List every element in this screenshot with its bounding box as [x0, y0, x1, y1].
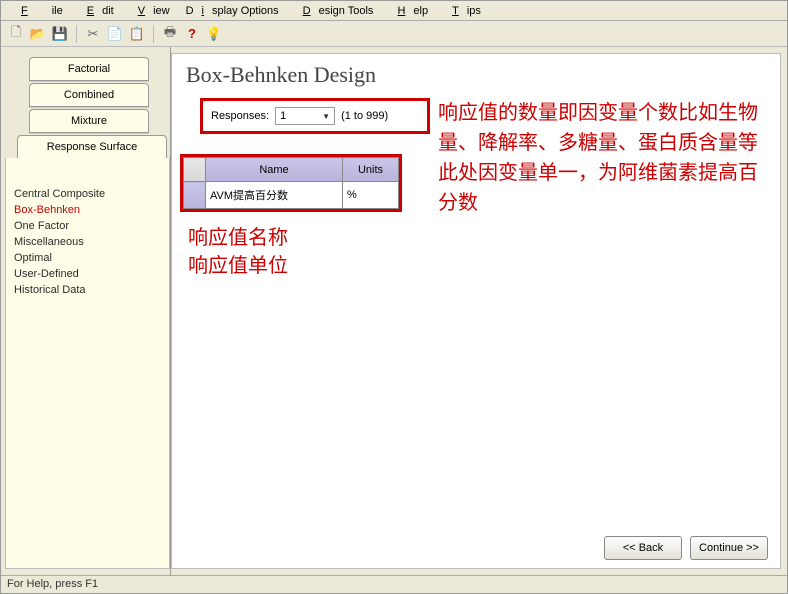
page-title: Box-Behnken Design [186, 62, 376, 88]
annotation-left-2: 响应值单位 [188, 252, 288, 280]
annotation-left-1: 响应值名称 [188, 224, 288, 252]
cut-icon[interactable]: ✂ [84, 25, 102, 43]
tab-response-surface[interactable]: Response Surface [17, 135, 167, 159]
main-area: Factorial Combined Mixture Response Surf… [1, 47, 787, 575]
tab-factorial[interactable]: Factorial [29, 57, 149, 81]
back-button[interactable]: << Back [604, 536, 682, 560]
cell-name[interactable]: AVM提高百分数 [206, 182, 343, 209]
menu-tips[interactable]: Tips [436, 3, 489, 19]
responses-range: (1 to 999) [341, 110, 388, 122]
col-units: Units [343, 158, 399, 182]
menu-design-tools[interactable]: Design Tools [287, 3, 382, 19]
sidebar-item-miscellaneous[interactable]: Miscellaneous [14, 234, 161, 250]
new-icon[interactable]: 🗋 [7, 25, 25, 43]
lightbulb-icon[interactable]: 💡 [205, 25, 223, 43]
table-row: AVM提高百分数 % [184, 182, 399, 209]
annotation-left: 响应值名称 响应值单位 [188, 224, 288, 280]
open-icon[interactable]: 📂 [29, 25, 47, 43]
menu-view[interactable]: View [122, 3, 178, 19]
tab-mixture[interactable]: Mixture [29, 109, 149, 133]
sidebar: Factorial Combined Mixture Response Surf… [1, 47, 171, 575]
continue-button[interactable]: Continue >> [690, 536, 768, 560]
menu-file[interactable]: File [5, 3, 71, 19]
sidebar-item-historical-data[interactable]: Historical Data [14, 282, 161, 298]
chevron-down-icon: ▼ [322, 112, 330, 121]
table-corner [184, 158, 206, 182]
paste-icon[interactable]: 📋 [128, 25, 146, 43]
responses-box: Responses: 1 ▼ (1 to 999) [200, 98, 430, 134]
sidebar-item-box-behnken[interactable]: Box-Behnken [14, 202, 161, 218]
help-icon[interactable]: ? [183, 25, 201, 43]
save-icon[interactable]: 💾 [51, 25, 69, 43]
separator [153, 25, 154, 43]
responses-label: Responses: [211, 110, 269, 122]
content-panel: Box-Behnken Design Responses: 1 ▼ (1 to … [171, 53, 781, 569]
cell-units[interactable]: % [343, 182, 399, 209]
row-header [184, 182, 206, 209]
menu-edit[interactable]: Edit [71, 3, 122, 19]
col-name: Name [206, 158, 343, 182]
menu-bar: File Edit View Display Options Design To… [1, 1, 787, 21]
copy-icon[interactable]: 📄 [106, 25, 124, 43]
tab-combined[interactable]: Combined [29, 83, 149, 107]
sidebar-item-central-composite[interactable]: Central Composite [14, 186, 161, 202]
sidebar-item-user-defined[interactable]: User-Defined [14, 266, 161, 282]
status-bar: For Help, press F1 [1, 575, 787, 593]
responses-table: Name Units AVM提高百分数 % [180, 154, 402, 212]
menu-help[interactable]: Help [381, 3, 436, 19]
print-icon[interactable]: 🖶 [161, 25, 179, 43]
sidebar-item-one-factor[interactable]: One Factor [14, 218, 161, 234]
sidebar-panel: Central Composite Box-Behnken One Factor… [5, 158, 170, 569]
responses-select[interactable]: 1 ▼ [275, 107, 335, 125]
responses-value: 1 [280, 110, 286, 122]
separator [76, 25, 77, 43]
menu-display-options[interactable]: Display Options [178, 3, 287, 19]
wizard-buttons: << Back Continue >> [604, 536, 768, 560]
sidebar-item-optimal[interactable]: Optimal [14, 250, 161, 266]
toolbar: 🗋 📂 💾 ✂ 📄 📋 🖶 ? 💡 [1, 21, 787, 47]
sidebar-tabs: Factorial Combined Mixture Response Surf… [1, 47, 170, 157]
annotation-right: 响应值的数量即因变量个数比如生物量、降解率、多糖量、蛋白质含量等 此处因变量单一… [438, 98, 758, 218]
